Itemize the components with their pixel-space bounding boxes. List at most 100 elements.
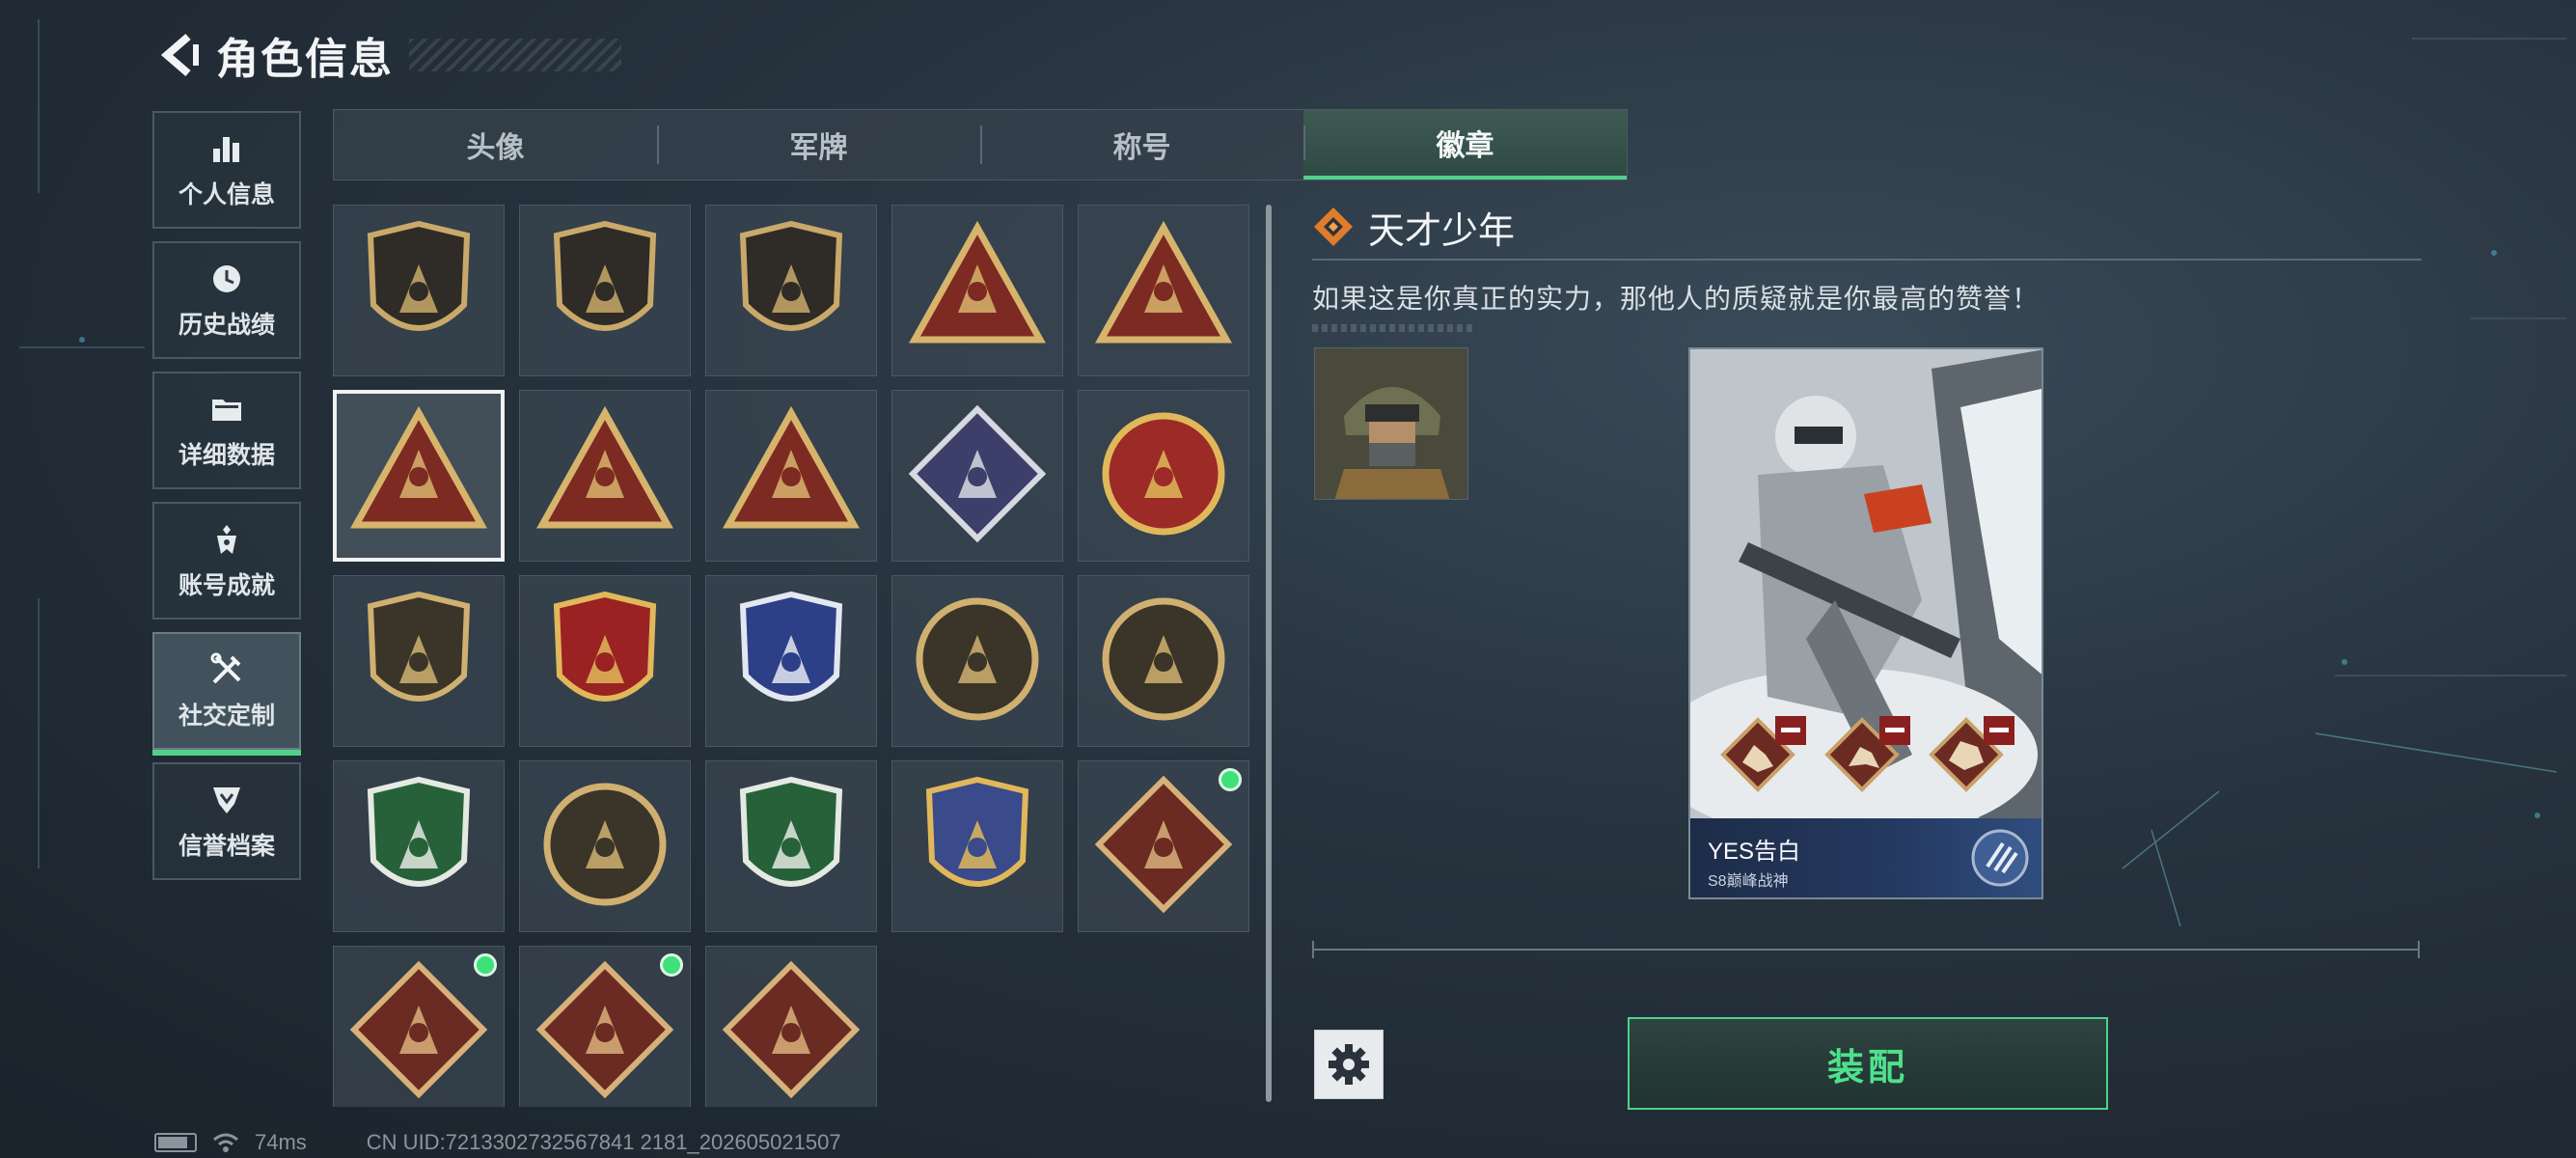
- sidebar-item-credit-record[interactable]: 信誉档案: [152, 762, 301, 880]
- badge-grid: [333, 205, 1249, 1107]
- status-bar: 74ms CN UID:7213302732567841 2181_202605…: [154, 1129, 841, 1156]
- star-skull-round-badge-icon: [1091, 401, 1236, 551]
- tower-triangle-badge-icon: [346, 401, 491, 551]
- runner-mini-badge-icon: [1824, 716, 1910, 792]
- badge-cell[interactable]: [333, 390, 505, 562]
- new-indicator-dot: [660, 953, 683, 977]
- badge-cell[interactable]: [891, 390, 1063, 562]
- wolf-mini-badge-icon: [1720, 716, 1806, 792]
- tab-avatar[interactable]: 头像: [334, 110, 657, 179]
- latency-text: 74ms: [255, 1130, 307, 1154]
- badge-cell[interactable]: [519, 760, 691, 932]
- badge-cell[interactable]: [891, 760, 1063, 932]
- badge-detail: 天才少年 如果这是你真正的实力，那他人的质疑就是你最高的赞誉！: [1312, 201, 2422, 332]
- description-decoration: [1312, 324, 1476, 332]
- player-avatar[interactable]: [1314, 347, 1468, 500]
- settings-button[interactable]: [1314, 1030, 1384, 1099]
- bar-chart-icon: [207, 129, 246, 168]
- badge-cell[interactable]: [519, 390, 691, 562]
- badge-cell[interactable]: [333, 946, 505, 1107]
- smg-round-badge-icon: [533, 772, 677, 922]
- folder-icon: [207, 390, 246, 428]
- card-footer: YES告白 S8巅峰战神: [1690, 818, 2042, 897]
- badge-name-row: 天才少年: [1312, 201, 2422, 253]
- dragon-mini-badge-icon: [1929, 716, 2014, 792]
- badge-cell[interactable]: [1078, 575, 1249, 747]
- badge-description: 如果这是你真正的实力，那他人的质疑就是你最高的赞誉！: [1312, 284, 2041, 314]
- back-arrow-icon: [160, 33, 199, 77]
- crosshair-round-badge-icon: [905, 587, 1050, 736]
- dragon-diamond-badge-icon: [346, 957, 491, 1107]
- helicopter-badge-icon: [533, 216, 677, 366]
- tab-badge[interactable]: 徽章: [1303, 110, 1627, 179]
- badge-cell[interactable]: [891, 205, 1063, 376]
- sidebar-item-label: 账号成就: [178, 572, 275, 599]
- soldiers-triangle-badge-icon: [533, 401, 677, 551]
- sidebar-item-label: 社交定制: [178, 703, 275, 730]
- sidebar-item-label: 历史战绩: [178, 312, 275, 339]
- badge-cell[interactable]: [1078, 760, 1249, 932]
- detail-bottom-divider: [1312, 941, 2420, 958]
- rank-emblem-icon: [1971, 829, 2029, 887]
- tab-bar: 头像 军牌 称号 徽章: [333, 109, 1628, 180]
- back-button[interactable]: [154, 26, 203, 84]
- page-title: 角色信息: [216, 36, 394, 83]
- page-header: 角色信息: [154, 21, 621, 89]
- s8-vehicle-triangle-badge-icon: [905, 216, 1050, 366]
- equipped-slot-1[interactable]: [1719, 712, 1812, 805]
- equipped-slot-2[interactable]: [1823, 712, 1916, 805]
- crystal-blue-shield-badge-icon: [719, 587, 863, 736]
- badge-cell[interactable]: [705, 575, 877, 747]
- tool-diamond-badge-icon: [719, 957, 863, 1107]
- sidebar-item-detail-data[interactable]: 详细数据: [152, 372, 301, 489]
- shield-triangle-badge-icon: [346, 216, 491, 366]
- badge-name: 天才少年: [1368, 210, 1516, 252]
- badge-cell[interactable]: [705, 760, 877, 932]
- badge-cell[interactable]: [1078, 390, 1249, 562]
- sidebar-item-label: 详细数据: [178, 442, 275, 469]
- rose-diamond-badge-icon: [905, 401, 1050, 551]
- badge-grid-scrollbar[interactable]: [1266, 205, 1272, 1102]
- badge-cell[interactable]: [333, 205, 505, 376]
- badge-cell[interactable]: [519, 575, 691, 747]
- tools-icon: [207, 650, 246, 689]
- sidebar-item-social-custom[interactable]: 社交定制: [152, 632, 301, 756]
- rocket-triangle-badge-icon: [719, 401, 863, 551]
- title-decoration: [409, 39, 621, 71]
- ship-triangle-badge-icon: [1091, 216, 1236, 366]
- achievement-icon: [207, 520, 246, 559]
- emblem-shield-badge-icon: [346, 587, 491, 736]
- sidebar-item-history[interactable]: 历史战绩: [152, 241, 301, 359]
- badge-cell[interactable]: [705, 946, 877, 1107]
- new-indicator-dot: [474, 953, 497, 977]
- badge-cell[interactable]: [705, 390, 877, 562]
- soldier-portrait-icon: [1315, 348, 1467, 499]
- badge-cell[interactable]: [519, 205, 691, 376]
- badge-cell[interactable]: [333, 575, 505, 747]
- tank-sunburst-badge-icon: [1091, 587, 1236, 736]
- profile-card[interactable]: YES告白 S8巅峰战神: [1688, 347, 2043, 899]
- badge-cell[interactable]: [891, 575, 1063, 747]
- sidebar-item-personal-info[interactable]: 个人信息: [152, 111, 301, 229]
- equip-button-label: 装配: [1826, 1047, 1908, 1089]
- diamond-rank-icon: [1314, 207, 1353, 246]
- tab-title[interactable]: 称号: [980, 110, 1303, 179]
- sidebar: 个人信息 历史战绩 详细数据 账号成就 社交定制 信誉档案: [152, 111, 301, 893]
- runner-diamond-badge-icon: [533, 957, 677, 1107]
- new-indicator-dot: [1219, 768, 1242, 791]
- wolf-diamond-badge-icon: [1091, 772, 1236, 922]
- badge-cell[interactable]: [519, 946, 691, 1107]
- winged-star-shield-badge-icon: [533, 587, 677, 736]
- divider: [1312, 259, 2422, 261]
- sidebar-item-label: 信誉档案: [178, 833, 275, 860]
- equip-button[interactable]: 装配: [1628, 1017, 2108, 1110]
- clock-icon: [207, 260, 246, 298]
- uid-text: CN UID:7213302732567841 2181_20260502150…: [366, 1130, 841, 1154]
- sidebar-item-achievements[interactable]: 账号成就: [152, 502, 301, 620]
- badge-cell[interactable]: [705, 205, 877, 376]
- equipped-slot-3[interactable]: [1928, 712, 2020, 805]
- badge-cell[interactable]: [1078, 205, 1249, 376]
- tab-dog-tag[interactable]: 军牌: [657, 110, 980, 179]
- shield-chevron-icon: [207, 781, 246, 819]
- badge-cell[interactable]: [333, 760, 505, 932]
